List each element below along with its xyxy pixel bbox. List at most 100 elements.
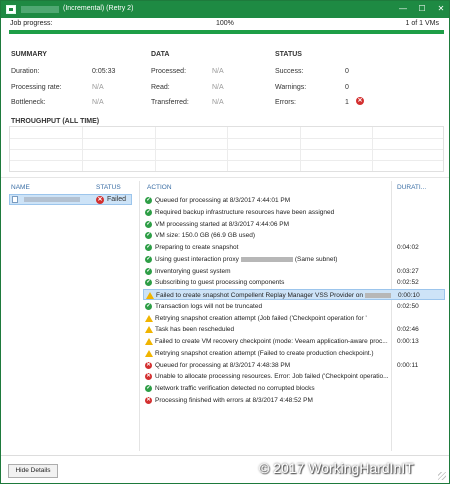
action-row[interactable]: ✓ Network traffic verification detected n…	[143, 383, 445, 394]
action-text: Task has been rescheduled	[155, 326, 235, 334]
vm-name-redacted	[24, 197, 80, 202]
action-text: Failed to create snapshot Compellent Rep…	[156, 292, 392, 299]
window-title: (Incremental) (Retry 2)	[63, 5, 134, 12]
action-row[interactable]: Retrying snapshot creation attempt (Job …	[143, 313, 445, 324]
processing-rate-label: Processing rate:	[11, 84, 62, 91]
success-check-icon: ✓	[145, 279, 152, 287]
action-row[interactable]: ✓ Transaction logs will not be truncated 0…	[143, 301, 445, 312]
action-text: Required backup infrastructure resources…	[155, 208, 335, 216]
vm-status-column-header[interactable]: STATUS	[96, 184, 121, 191]
action-text: Preparing to create snapshot	[155, 244, 239, 251]
bottleneck-label: Bottleneck:	[11, 99, 46, 106]
job-progress-count: 1 of 1 VMs	[405, 20, 439, 27]
veeam-app-icon	[6, 5, 16, 14]
action-text: Queued for processing at 8/3/2017 4:44:0…	[155, 197, 291, 204]
minimize-button[interactable]: —	[395, 1, 411, 18]
success-check-icon: ✓	[145, 197, 152, 204]
read-label: Read:	[151, 84, 170, 91]
pane-divider[interactable]	[139, 181, 140, 451]
action-duration: 0:00:13	[397, 338, 419, 345]
redacted-text	[240, 256, 293, 262]
warning-icon	[145, 314, 153, 322]
action-row[interactable]: ✓ VM size: 150.0 GB (66.9 GB used)	[143, 230, 445, 241]
success-check-icon: ✓	[145, 267, 152, 275]
footer-divider	[1, 455, 449, 456]
action-text: Retrying snapshot creation attempt (Fail…	[155, 349, 374, 357]
vm-name-column-header[interactable]: NAME	[11, 184, 30, 191]
action-row[interactable]: ✓ Subscribing to guest processing compone…	[143, 277, 445, 288]
hide-details-button[interactable]: Hide Details	[8, 464, 58, 478]
action-duration: 0:00:10	[398, 292, 420, 299]
action-duration: 0:02:52	[397, 279, 419, 287]
action-text: Failed to create VM recovery checkpoint …	[155, 338, 388, 345]
action-row[interactable]: Failed to create VM recovery checkpoint …	[143, 336, 445, 347]
action-duration: 0:00:11	[397, 361, 419, 369]
action-text: Retrying snapshot creation attempt (Job …	[155, 314, 367, 322]
duration-label: Duration:	[11, 68, 40, 75]
warnings-label: Warnings:	[275, 84, 307, 91]
action-duration: 0:02:46	[397, 326, 419, 334]
vm-list-item[interactable]: ✕ Failed	[9, 194, 132, 205]
throughput-title: THROUGHPUT (ALL TIME)	[11, 118, 100, 125]
action-text: Inventorying guest system	[155, 267, 231, 275]
action-row[interactable]: Task has been rescheduled 0:02:46	[143, 324, 445, 335]
success-check-icon: ✓	[145, 302, 152, 310]
warning-icon	[145, 338, 153, 345]
failed-icon: ✕	[96, 196, 104, 204]
action-duration: 0:03:27	[397, 267, 419, 275]
status-header: STATUS	[275, 51, 302, 58]
vm-status-text: Failed	[107, 196, 127, 203]
action-row[interactable]: ✓ VM processing started at 8/3/2017 4:44:…	[143, 219, 445, 230]
success-check-icon: ✓	[145, 232, 152, 240]
action-text: Unable to allocate processing resources.…	[155, 373, 389, 381]
throughput-chart	[9, 126, 444, 172]
action-row[interactable]: ✕ Queued for processing at 8/3/2017 4:48:…	[143, 360, 445, 371]
success-check-icon: ✓	[145, 255, 152, 263]
error-icon: ✕	[356, 97, 364, 105]
success-check-icon: ✓	[145, 220, 152, 228]
action-text: Processing finished with errors at 8/3/2…	[155, 396, 313, 404]
action-text: Network traffic verification detected no…	[155, 385, 315, 392]
error-icon: ✕	[145, 373, 152, 381]
error-icon: ✕	[145, 396, 152, 404]
action-row[interactable]: ✓ Using guest interaction proxy (Same subn…	[143, 254, 445, 265]
read-value: N/A	[212, 84, 224, 91]
warning-icon	[146, 292, 154, 299]
action-text: VM size: 150.0 GB (66.9 GB used)	[155, 232, 256, 240]
transferred-label: Transferred:	[151, 99, 189, 106]
success-check-icon: ✓	[145, 385, 152, 392]
section-divider	[1, 177, 449, 178]
duration-value: 0:05:33	[92, 68, 116, 75]
title-bar[interactable]: (Incremental) (Retry 2) — ☐ ✕	[1, 1, 449, 18]
summary-header: SUMMARY	[11, 51, 47, 58]
vm-checkbox[interactable]	[12, 196, 18, 203]
action-row[interactable]: ✓ Preparing to create snapshot 0:04:02	[143, 242, 445, 253]
action-row[interactable]: ✕ Processing finished with errors at 8/3/…	[143, 395, 445, 406]
processed-label: Processed:	[151, 68, 187, 75]
maximize-button[interactable]: ☐	[414, 1, 430, 18]
action-duration: 0:02:50	[397, 302, 419, 310]
action-row[interactable]: ✓ Required backup infrastructure resource…	[143, 207, 445, 218]
warning-icon	[145, 326, 153, 334]
success-check-icon: ✓	[145, 208, 152, 216]
bottleneck-value: N/A	[92, 99, 104, 106]
action-text: Queued for processing at 8/3/2017 4:48:3…	[155, 361, 291, 369]
action-duration: 0:04:02	[397, 244, 419, 251]
duration-column-header[interactable]: DURATI...	[397, 184, 426, 191]
action-text: Using guest interaction proxy (Same subne…	[155, 255, 338, 263]
copyright-watermark: © 2017 WorkingHardInIT	[259, 460, 414, 476]
action-column-header[interactable]: ACTION	[147, 184, 172, 191]
error-icon: ✕	[145, 361, 152, 369]
action-row[interactable]: Retrying snapshot creation attempt (Fail…	[143, 348, 445, 359]
resize-grip[interactable]	[438, 472, 446, 480]
action-row[interactable]: ✓ Queued for processing at 8/3/2017 4:44:…	[143, 195, 445, 206]
action-row[interactable]: ✓ Inventorying guest system 0:03:27	[143, 266, 445, 277]
job-progress-fill	[9, 30, 444, 34]
action-row[interactable]: Failed to create snapshot Compellent Rep…	[143, 289, 445, 300]
action-row[interactable]: ✕ Unable to allocate processing resources…	[143, 371, 445, 382]
close-button[interactable]: ✕	[433, 1, 449, 18]
processed-value: N/A	[212, 68, 224, 75]
success-check-icon: ✓	[145, 244, 152, 251]
data-header: DATA	[151, 51, 170, 58]
success-label: Success:	[275, 68, 304, 75]
